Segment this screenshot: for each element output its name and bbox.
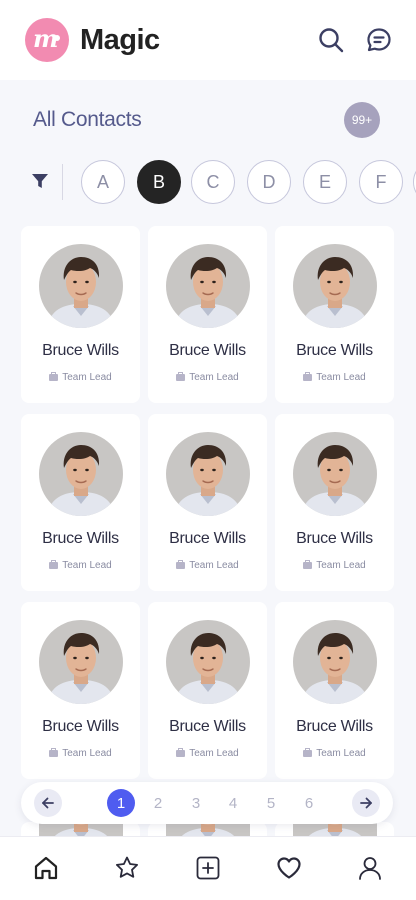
briefcase-icon	[49, 560, 59, 569]
search-button[interactable]	[315, 24, 347, 56]
briefcase-icon	[303, 372, 313, 381]
user-icon	[359, 857, 381, 880]
home-icon	[34, 856, 58, 880]
filter-divider	[62, 164, 63, 200]
contact-avatar	[166, 620, 250, 704]
contact-card[interactable]: Bruce Wills Team Lead	[148, 602, 267, 779]
briefcase-icon	[303, 560, 313, 569]
star-icon	[116, 856, 138, 878]
nav-add[interactable]	[193, 853, 223, 883]
chat-button[interactable]	[363, 24, 395, 56]
contact-name: Bruce Wills	[296, 718, 373, 735]
letter-filter-f[interactable]: F	[359, 160, 403, 204]
section-title: All Contacts	[33, 108, 142, 131]
contact-role: Team Lead	[275, 560, 394, 571]
page-6[interactable]: 6	[295, 789, 323, 817]
contact-card[interactable]: Bruce Wills Team Lead	[275, 602, 394, 779]
contact-role-label: Team Lead	[62, 748, 112, 759]
contact-avatar	[166, 244, 250, 328]
heart-icon	[277, 857, 301, 879]
contact-name: Bruce Wills	[42, 342, 119, 359]
contact-name: Bruce Wills	[42, 530, 119, 547]
chat-icon	[367, 28, 391, 52]
next-page-button[interactable]	[352, 789, 380, 817]
briefcase-icon	[303, 748, 313, 757]
contact-name: Bruce Wills	[42, 718, 119, 735]
contact-role-label: Team Lead	[62, 372, 112, 383]
page-1[interactable]: 1	[107, 789, 135, 817]
nav-profile[interactable]	[355, 853, 385, 883]
contact-role-label: Team Lead	[316, 748, 366, 759]
contact-role-label: Team Lead	[189, 748, 239, 759]
contact-name: Bruce Wills	[169, 342, 246, 359]
contact-avatar	[39, 620, 123, 704]
contact-role-label: Team Lead	[62, 560, 112, 571]
filter-icon[interactable]	[31, 172, 49, 190]
contact-card[interactable]: Bruce Wills Team Lead	[275, 226, 394, 403]
contact-role: Team Lead	[275, 372, 394, 383]
contact-role-label: Team Lead	[316, 560, 366, 571]
contact-count-badge: 99+	[344, 102, 380, 138]
contact-card[interactable]: Bruce Wills Team Lead	[275, 414, 394, 591]
arrow-left-icon	[42, 797, 54, 809]
contact-role-label: Team Lead	[189, 372, 239, 383]
briefcase-icon	[176, 560, 186, 569]
prev-page-button[interactable]	[34, 789, 62, 817]
page-4[interactable]: 4	[219, 789, 247, 817]
search-icon	[319, 28, 344, 53]
contact-avatar	[293, 432, 377, 516]
page-5[interactable]: 5	[257, 789, 285, 817]
contact-role: Team Lead	[21, 748, 140, 759]
letter-filter-e[interactable]: E	[303, 160, 347, 204]
contact-name: Bruce Wills	[169, 718, 246, 735]
arrow-right-icon	[360, 797, 372, 809]
contact-avatar	[293, 244, 377, 328]
letter-filter-c[interactable]: C	[191, 160, 235, 204]
contact-name: Bruce Wills	[296, 530, 373, 547]
contact-grid: Bruce Wills Team Lead Bruce Wills Team L…	[21, 226, 394, 779]
pagination: 1 2 3 4 5 6	[21, 782, 393, 824]
contact-avatar	[166, 432, 250, 516]
contact-avatar	[293, 620, 377, 704]
contact-role: Team Lead	[21, 560, 140, 571]
briefcase-icon	[49, 372, 59, 381]
contact-card[interactable]: Bruce Wills Team Lead	[148, 414, 267, 591]
contact-avatar	[39, 244, 123, 328]
add-square-icon	[196, 856, 220, 880]
contact-role-label: Team Lead	[316, 372, 366, 383]
contact-card[interactable]: Bruce Wills Team Lead	[21, 602, 140, 779]
letter-filter-d[interactable]: D	[247, 160, 291, 204]
contact-card[interactable]: Bruce Wills Team Lead	[21, 226, 140, 403]
app-header: m Magic	[0, 0, 416, 80]
contact-name: Bruce Wills	[169, 530, 246, 547]
contact-role: Team Lead	[275, 748, 394, 759]
briefcase-icon	[49, 748, 59, 757]
letter-filter-a[interactable]: A	[81, 160, 125, 204]
page-3[interactable]: 3	[182, 789, 210, 817]
app-title: Magic	[80, 24, 160, 56]
bottom-navigation	[0, 836, 416, 900]
letter-filter-b[interactable]: B	[137, 160, 181, 204]
contact-role: Team Lead	[148, 748, 267, 759]
contact-card[interactable]: Bruce Wills Team Lead	[21, 414, 140, 591]
letter-filter-bar: A B C D E F G	[0, 158, 416, 206]
contact-avatar	[39, 432, 123, 516]
contact-role-label: Team Lead	[189, 560, 239, 571]
contact-role: Team Lead	[21, 372, 140, 383]
contact-role: Team Lead	[148, 372, 267, 383]
nav-home[interactable]	[31, 853, 61, 883]
contact-name: Bruce Wills	[296, 342, 373, 359]
briefcase-icon	[176, 748, 186, 757]
contact-role: Team Lead	[148, 560, 267, 571]
contact-card[interactable]: Bruce Wills Team Lead	[148, 226, 267, 403]
briefcase-icon	[176, 372, 186, 381]
nav-likes[interactable]	[274, 853, 304, 883]
page-2[interactable]: 2	[144, 789, 172, 817]
app-logo[interactable]: m	[25, 18, 69, 62]
nav-favorites[interactable]	[112, 853, 142, 883]
